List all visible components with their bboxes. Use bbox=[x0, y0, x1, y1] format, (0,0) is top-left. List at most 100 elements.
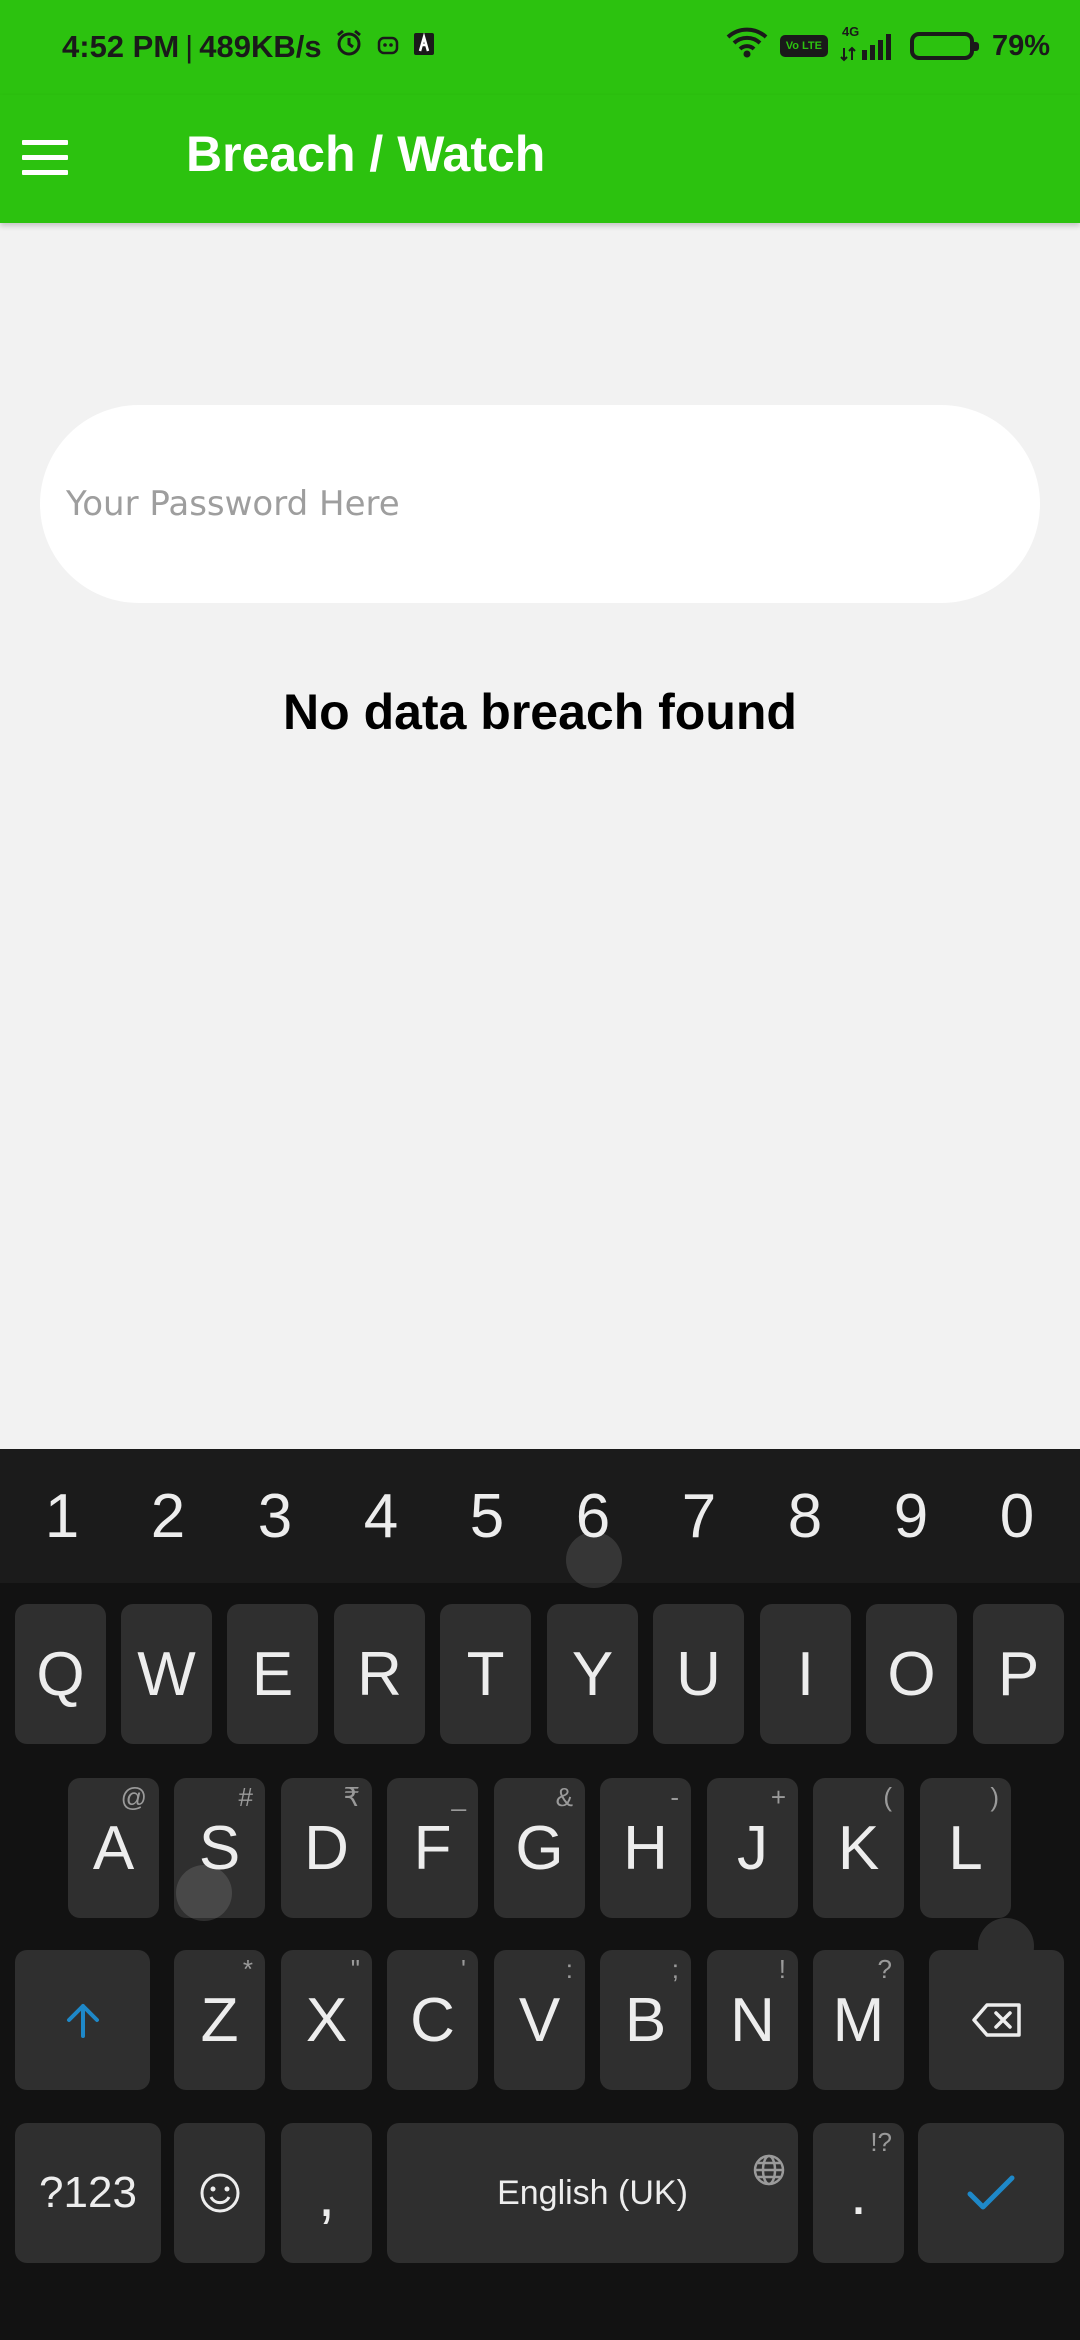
key-label: G bbox=[515, 1813, 564, 1883]
key-label: X bbox=[305, 1985, 348, 2055]
key-label: F bbox=[413, 1813, 452, 1883]
key-g[interactable]: G & bbox=[494, 1778, 585, 1918]
key-8[interactable]: 8 bbox=[752, 1481, 858, 1552]
notification-app-icon bbox=[376, 29, 400, 65]
status-bar: 4:52 PM | 489KB/s Vo LTE 4G 79% bbox=[0, 0, 1080, 95]
status-bar-right: Vo LTE 4G 79% bbox=[726, 24, 1050, 66]
comma-key-label: , bbox=[317, 2161, 336, 2230]
key-y[interactable]: Y bbox=[547, 1604, 638, 1744]
key-5[interactable]: 5 bbox=[434, 1481, 540, 1552]
globe-icon bbox=[752, 2131, 786, 2202]
status-bar-left: 4:52 PM | 489KB/s bbox=[62, 28, 436, 66]
key-k[interactable]: K( bbox=[813, 1778, 904, 1918]
key-hint: _ bbox=[451, 1782, 466, 1812]
page-title: Breach / Watch bbox=[186, 126, 546, 182]
key-b[interactable]: B; bbox=[600, 1950, 691, 2090]
key-d[interactable]: D ₹ bbox=[281, 1778, 372, 1918]
key-i[interactable]: I bbox=[760, 1604, 851, 1744]
shift-key[interactable] bbox=[15, 1950, 150, 2090]
key-label: J bbox=[737, 1813, 768, 1883]
key-o[interactable]: O bbox=[866, 1604, 957, 1744]
key-label: N bbox=[730, 1985, 775, 2055]
space-key[interactable]: English (UK) bbox=[387, 2123, 798, 2263]
app-bar: Breach / Watch bbox=[0, 95, 1080, 223]
key-3[interactable]: 3 bbox=[222, 1481, 328, 1552]
alarm-icon bbox=[334, 28, 364, 66]
status-separator: | bbox=[185, 29, 194, 64]
signal-icon: 4G bbox=[840, 24, 898, 62]
key-t[interactable]: T bbox=[440, 1604, 531, 1744]
key-v[interactable]: V: bbox=[494, 1950, 585, 2090]
key-hint: !? bbox=[870, 2127, 892, 2157]
key-a[interactable]: A @ bbox=[68, 1778, 159, 1918]
comma-key[interactable]: , bbox=[281, 2123, 372, 2263]
key-label: C bbox=[410, 1985, 455, 2055]
key-hint: + bbox=[770, 1782, 786, 1812]
wifi-icon bbox=[726, 26, 768, 66]
done-key[interactable] bbox=[918, 2123, 1064, 2263]
key-q[interactable]: Q bbox=[15, 1604, 106, 1744]
volte-icon: Vo LTE bbox=[779, 35, 828, 57]
emoji-key[interactable] bbox=[174, 2123, 265, 2263]
key-4[interactable]: 4 bbox=[328, 1481, 434, 1552]
notification-app-icon-2 bbox=[412, 29, 436, 65]
keyboard-number-row: 1 2 3 4 5 6 7 8 9 0 bbox=[0, 1449, 1080, 1583]
key-hint: # bbox=[238, 1782, 253, 1812]
key-label: H bbox=[623, 1813, 668, 1883]
key-hint: " bbox=[350, 1954, 360, 1984]
key-p[interactable]: P bbox=[973, 1604, 1064, 1744]
key-x[interactable]: X " bbox=[281, 1950, 372, 2090]
key-hint: ' bbox=[461, 1954, 466, 1984]
key-2[interactable]: 2 bbox=[115, 1481, 221, 1552]
touch-ripple bbox=[176, 1865, 232, 1921]
key-hint: * bbox=[242, 1954, 253, 1984]
checkmark-icon bbox=[967, 2175, 1015, 2210]
key-hint: ) bbox=[990, 1782, 999, 1812]
key-h[interactable]: H- bbox=[600, 1778, 691, 1918]
key-hint: @ bbox=[120, 1782, 147, 1812]
key-9[interactable]: 9 bbox=[858, 1481, 964, 1552]
key-hint: ! bbox=[778, 1954, 786, 1984]
touch-ripple bbox=[566, 1532, 622, 1588]
key-1[interactable]: 1 bbox=[9, 1481, 115, 1552]
key-7[interactable]: 7 bbox=[646, 1481, 752, 1552]
key-c[interactable]: C ' bbox=[387, 1950, 478, 2090]
key-f[interactable]: F _ bbox=[387, 1778, 478, 1918]
password-input[interactable] bbox=[40, 405, 1040, 603]
key-z[interactable]: Z * bbox=[174, 1950, 265, 2090]
status-network-speed: 489KB/s bbox=[199, 29, 322, 64]
symbols-key-label: ?123 bbox=[39, 2168, 137, 2217]
hamburger-menu-icon[interactable] bbox=[18, 135, 72, 185]
key-w[interactable]: W bbox=[121, 1604, 212, 1744]
key-hint: ; bbox=[671, 1954, 679, 1984]
battery-icon bbox=[909, 32, 979, 60]
soft-keyboard: 1 2 3 4 5 6 7 8 9 0 Q W E R T Y U I O P … bbox=[0, 1449, 1080, 2340]
key-label: D bbox=[304, 1813, 349, 1883]
key-label: M bbox=[832, 1985, 885, 2055]
key-m[interactable]: M? bbox=[813, 1950, 904, 2090]
symbols-key[interactable]: ?123 bbox=[15, 2123, 161, 2263]
backspace-icon bbox=[971, 2003, 1021, 2037]
key-hint: ? bbox=[877, 1954, 892, 1984]
key-l[interactable]: L) bbox=[920, 1778, 1011, 1918]
key-hint: : bbox=[565, 1954, 573, 1984]
key-hint: & bbox=[555, 1782, 573, 1812]
period-key[interactable]: .!? bbox=[813, 2123, 904, 2263]
key-hint: ( bbox=[883, 1782, 892, 1812]
backspace-key[interactable] bbox=[929, 1950, 1064, 2090]
key-r[interactable]: R bbox=[334, 1604, 425, 1744]
key-label: B bbox=[624, 1985, 667, 2055]
key-label: A bbox=[92, 1813, 135, 1883]
key-u[interactable]: U bbox=[653, 1604, 744, 1744]
period-key-label: . bbox=[849, 2158, 868, 2228]
breach-result-text: No data breach found bbox=[283, 684, 797, 740]
key-j[interactable]: J + bbox=[707, 1778, 798, 1918]
space-key-label: English (UK) bbox=[497, 2173, 688, 2212]
key-0[interactable]: 0 bbox=[964, 1481, 1070, 1552]
key-n[interactable]: N! bbox=[707, 1950, 798, 2090]
key-hint: - bbox=[670, 1782, 679, 1812]
key-label: K bbox=[837, 1813, 880, 1883]
key-e[interactable]: E bbox=[227, 1604, 318, 1744]
key-label: V bbox=[518, 1985, 561, 2055]
emoji-icon bbox=[200, 2173, 239, 2213]
